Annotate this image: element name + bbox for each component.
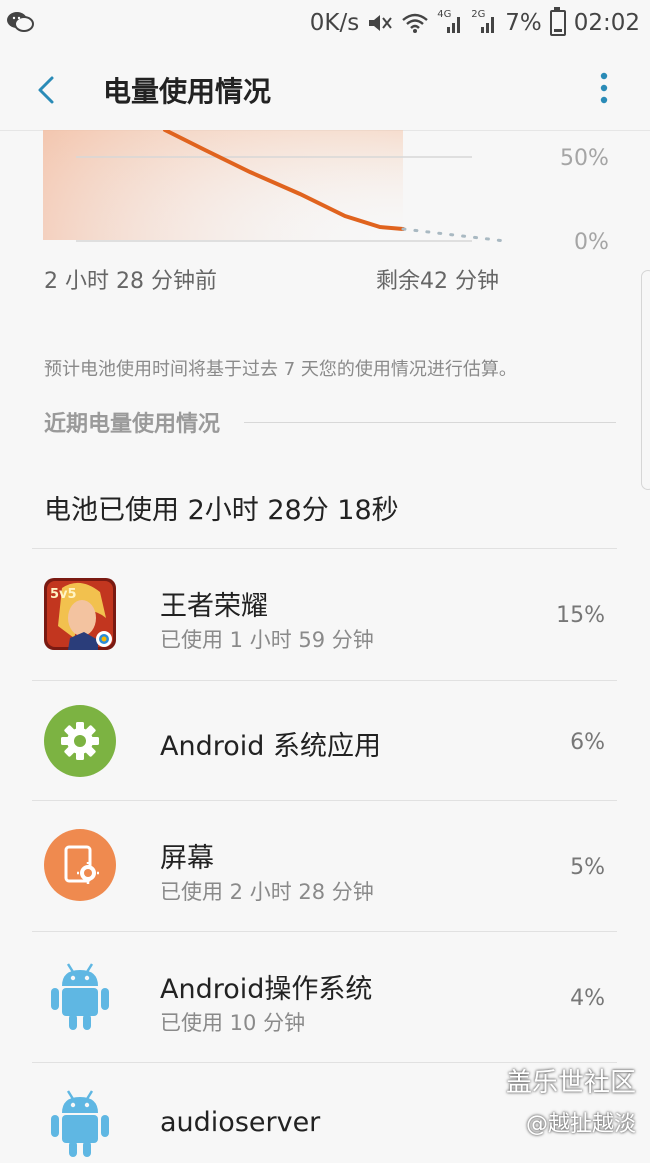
list-item[interactable]: Android操作系统 已使用 10 分钟 4% (32, 932, 617, 1062)
status-bar: 0K/s 4G 2G 7% 02:02 (0, 0, 650, 48)
app-percent: 6% (570, 730, 605, 755)
app-name: audioserver (160, 1107, 321, 1138)
section-header-recent: 近期电量使用情况 (44, 406, 616, 440)
list-item[interactable]: 屏幕 已使用 2 小时 28 分钟 5% (32, 801, 617, 931)
battery-line-projected (401, 227, 507, 243)
app-usage-time: 已使用 2 小时 28 分钟 (160, 880, 374, 904)
clock: 02:02 (573, 10, 640, 36)
estimate-note: 预计电池使用时间将基于过去 7 天您的使用情况进行估算。 (44, 359, 517, 380)
app-name: Android 系统应用 (160, 731, 381, 762)
svg-text:5v5: 5v5 (50, 587, 77, 602)
battery-used-summary: 电池已使用 2小时 28分 18秒 (44, 495, 399, 526)
back-arrow-icon[interactable] (30, 70, 70, 110)
section-title: 近期电量使用情况 (44, 412, 221, 437)
wechat-icon (6, 10, 34, 34)
watermark-brand: 盖乐世社区 (505, 1068, 636, 1098)
app-bar: 电量使用情况 (0, 48, 650, 131)
battery-usage-chart: 50% 0% 2 小时 28 分钟前 剩余42 分钟 (0, 128, 650, 300)
app-name: 屏幕 (160, 843, 214, 874)
app-percent: 4% (570, 986, 605, 1011)
net-speed-text: 0K/s (309, 10, 360, 36)
more-vert-icon[interactable] (598, 70, 610, 106)
y-tick-50: 50% (560, 146, 609, 171)
app-percent: 5% (570, 855, 605, 880)
app-percent: 15% (556, 603, 605, 628)
mute-icon (367, 12, 393, 34)
wifi-icon (401, 12, 429, 34)
watermark-author: @越扯越淡 (525, 1112, 636, 1137)
x-label-end: 剩余42 分钟 (376, 269, 499, 294)
app-usage-time: 已使用 10 分钟 (160, 1011, 306, 1035)
app-name: 王者荣耀 (160, 591, 268, 622)
settings-gear-icon (44, 705, 116, 777)
screen-brightness-icon (44, 829, 116, 901)
game-icon: 5v5 (44, 578, 116, 650)
battery-icon (549, 7, 566, 36)
scrollbar-handle[interactable] (641, 270, 650, 490)
signal-2g-icon: 2G (471, 9, 497, 35)
page-title: 电量使用情况 (103, 75, 272, 108)
android-icon (44, 960, 116, 1032)
y-tick-0: 0% (574, 230, 609, 255)
list-item[interactable]: 5v5 王者荣耀 已使用 1 小时 59 分钟 15% (32, 549, 617, 680)
signal-4g-icon: 4G (437, 9, 463, 35)
list-item[interactable]: Android 系统应用 6% (32, 681, 617, 800)
android-icon (44, 1087, 116, 1159)
app-name: Android操作系统 (160, 974, 373, 1005)
app-usage-time: 已使用 1 小时 59 分钟 (160, 628, 374, 652)
section-divider (244, 422, 616, 423)
chart-area-fill-horizontal (43, 130, 403, 240)
battery-percent: 7% (505, 10, 542, 36)
x-label-start: 2 小时 28 分钟前 (44, 269, 217, 294)
